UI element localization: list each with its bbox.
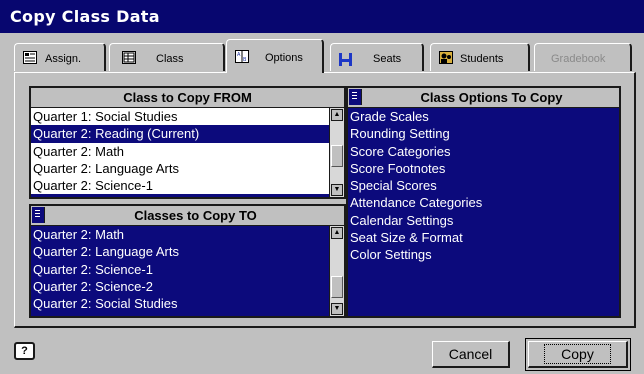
copy-class-data-dialog: Copy Class Data Assign. Class A B Option… (0, 0, 644, 374)
copy-to-list: Quarter 2: Math Quarter 2: Language Arts… (31, 226, 330, 316)
copy-from-list: Quarter 1: Social Studies Quarter 2: Rea… (31, 108, 330, 197)
window-title: Copy Class Data (10, 7, 160, 26)
list-item-selected[interactable]: Grade Scales (348, 108, 619, 126)
tab-options[interactable]: A B Options (226, 39, 324, 73)
options-to-copy-listbox[interactable]: Class Options To Copy Grade Scales Round… (346, 86, 621, 318)
list-item-selected[interactable]: Quarter 2: Science-2 (31, 277, 330, 296)
select-all-grip-icon[interactable] (349, 89, 362, 105)
list-item-selected[interactable]: Rounding Setting (348, 125, 619, 143)
cancel-button-label: Cancel (448, 346, 493, 362)
tab-class-label: Class (156, 53, 184, 65)
tab-options-label: Options (265, 52, 303, 64)
scroll-thumb[interactable] (331, 145, 343, 167)
copy-button[interactable]: Copy (525, 338, 631, 371)
copy-from-title: Class to Copy FROM (123, 90, 252, 105)
svg-text:B: B (243, 57, 247, 63)
svg-text:A: A (237, 52, 241, 58)
list-item-selected[interactable]: Seat Size & Format (348, 229, 619, 247)
scroll-down-arrow-icon[interactable]: ▼ (331, 184, 343, 196)
options-title: Class Options To Copy (420, 90, 563, 105)
scroll-up-arrow-icon[interactable]: ▲ (331, 227, 343, 239)
assignment-icon (23, 51, 37, 64)
list-item-selected[interactable]: Quarter 2: Reading (Current) (31, 125, 330, 143)
copy-to-listbox[interactable]: Classes to Copy TO Quarter 2: Math Quart… (29, 204, 346, 318)
tab-students[interactable]: Students (430, 43, 530, 71)
copy-to-title: Classes to Copy TO (134, 208, 257, 223)
list-item-selected[interactable]: Quarter 2: Science-1 (31, 260, 330, 278)
list-item-selected[interactable]: Calendar Settings (348, 211, 619, 230)
title-bar[interactable]: Copy Class Data (0, 0, 644, 33)
list-item[interactable]: Quarter 1: Social Studies (31, 108, 330, 126)
options-icon: A B (235, 50, 249, 63)
tab-class[interactable]: Class (109, 43, 225, 71)
options-header: Class Options To Copy (348, 88, 619, 108)
options-list: Grade Scales Rounding Setting Score Cate… (348, 108, 619, 316)
tab-gradebook-label: Gradebook (551, 53, 606, 65)
select-all-grip-icon[interactable] (32, 207, 45, 223)
tab-assign[interactable]: Assign. (14, 43, 106, 71)
list-item-selected[interactable]: Quarter 2: Social Studies (31, 295, 330, 313)
copy-to-scrollbar[interactable]: ▲ ▼ (329, 226, 344, 316)
copy-from-listbox[interactable]: Class to Copy FROM Quarter 1: Social Stu… (29, 86, 346, 199)
class-icon (122, 51, 136, 64)
list-item-selected[interactable]: Score Categories (348, 142, 619, 160)
copy-from-scrollbar[interactable]: ▲ ▼ (329, 108, 344, 197)
list-item[interactable]: Quarter 2: Math (31, 142, 330, 160)
list-item-selected[interactable]: Quarter 2: Math (31, 226, 330, 244)
copy-from-header: Class to Copy FROM (31, 88, 344, 108)
tab-seats[interactable]: Seats (330, 43, 424, 71)
tab-gradebook: Gradebook (534, 43, 632, 71)
help-button[interactable]: ? (14, 342, 35, 360)
list-item-selected[interactable]: Score Footnotes (348, 159, 619, 178)
help-icon: ? (21, 345, 28, 357)
options-tab-panel: Class to Copy FROM Quarter 1: Social Stu… (14, 72, 636, 328)
seats-icon (339, 53, 352, 66)
scroll-down-arrow-icon[interactable]: ▼ (331, 303, 343, 315)
list-item-selected[interactable]: Attendance Categories (348, 194, 619, 212)
copy-button-label: Copy (544, 344, 611, 364)
cancel-button[interactable]: Cancel (432, 341, 510, 368)
list-item[interactable]: Quarter 2: Language Arts (31, 159, 330, 178)
scroll-up-arrow-icon[interactable]: ▲ (331, 109, 343, 121)
students-icon (439, 51, 453, 64)
scroll-thumb[interactable] (331, 276, 343, 298)
tab-assign-label: Assign. (45, 53, 82, 65)
list-item-selected[interactable]: Special Scores (348, 177, 619, 195)
tab-students-label: Students (460, 53, 504, 65)
tab-seats-label: Seats (373, 53, 402, 65)
copy-to-header: Classes to Copy TO (31, 206, 344, 226)
list-item-selected[interactable]: Quarter 2: Language Arts (31, 243, 330, 261)
list-item-selected[interactable]: Color Settings (348, 246, 619, 264)
list-item[interactable]: Quarter 2: Science-1 (31, 177, 330, 195)
